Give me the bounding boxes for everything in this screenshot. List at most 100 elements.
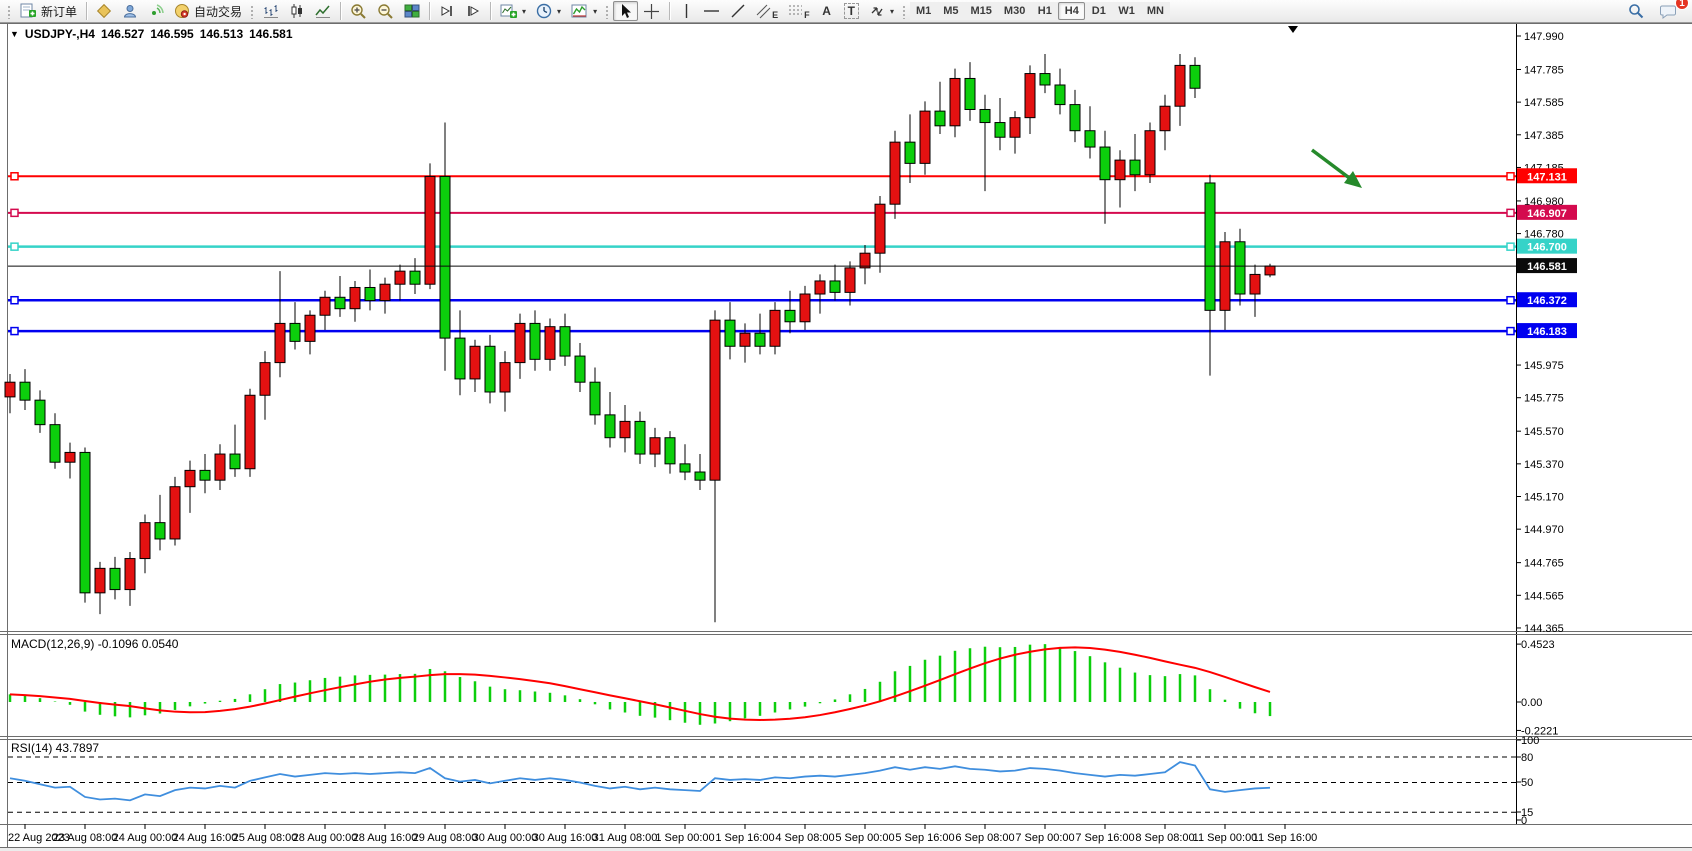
bull-candle <box>305 315 315 341</box>
indicators-icon <box>571 3 588 19</box>
bull-candle <box>1220 242 1230 311</box>
chart-shift-button[interactable] <box>460 1 486 21</box>
bull-candle <box>1175 65 1185 106</box>
bear-candle <box>290 323 300 341</box>
toolbar-grip[interactable] <box>7 4 12 19</box>
fibonacci-icon <box>788 3 804 19</box>
bear-candle <box>1235 242 1245 294</box>
shapes-dropdown[interactable]: ▾ <box>864 1 899 21</box>
timeframe-button-m15[interactable]: M15 <box>965 2 998 20</box>
text-label-tool[interactable]: T <box>839 1 864 21</box>
timeframe-button-mn[interactable]: MN <box>1141 2 1170 20</box>
hline-handle[interactable] <box>11 173 18 180</box>
bull-candle <box>125 559 135 590</box>
hline-handle[interactable] <box>11 297 18 304</box>
hline-handle[interactable] <box>1507 173 1514 180</box>
bear-candle <box>905 142 915 163</box>
bear-candle <box>410 271 420 284</box>
bull-candle <box>350 287 360 308</box>
timeframe-button-w1[interactable]: W1 <box>1112 2 1141 20</box>
svg-text:144.970: 144.970 <box>1524 524 1564 536</box>
hline-handle[interactable] <box>1507 209 1514 216</box>
hline-handle[interactable] <box>11 328 18 335</box>
zoom-out-icon <box>377 3 394 20</box>
tile-windows-button[interactable] <box>399 1 425 21</box>
svg-text:100: 100 <box>1521 735 1539 747</box>
bull-candle <box>875 204 885 253</box>
new-chart-dropdown[interactable]: ▾ <box>495 1 531 21</box>
market-button[interactable] <box>91 1 117 21</box>
trendline-icon <box>730 3 746 19</box>
search-button[interactable] <box>1623 1 1649 21</box>
bull-candle <box>65 452 75 462</box>
svg-text:144.565: 144.565 <box>1524 590 1564 602</box>
scroll-to-end-button[interactable] <box>434 1 460 21</box>
timeframe-button-m1[interactable]: M1 <box>910 2 937 20</box>
svg-text:28 Aug 16:00: 28 Aug 16:00 <box>353 832 418 844</box>
timeframe-button-m5[interactable]: M5 <box>937 2 964 20</box>
toolbar-grip[interactable] <box>902 4 907 19</box>
svg-text:146.700: 146.700 <box>1527 242 1567 254</box>
trendline-tool[interactable] <box>725 1 751 21</box>
new-order-button[interactable]: 新订单 <box>15 1 82 21</box>
chevron-down-icon: ▾ <box>522 7 526 16</box>
crosshair-tool-button[interactable] <box>638 1 665 21</box>
hline-handle[interactable] <box>11 243 18 250</box>
svg-text:144.365: 144.365 <box>1524 623 1564 635</box>
indicators-dropdown[interactable]: ▾ <box>566 1 602 21</box>
timeframe-button-d1[interactable]: D1 <box>1085 2 1112 20</box>
symbol-dropdown-icon[interactable]: ▼ <box>10 29 19 39</box>
vertical-line-tool[interactable] <box>674 1 698 21</box>
signals-button[interactable] <box>143 1 169 21</box>
svg-text:146.581: 146.581 <box>1527 261 1567 273</box>
line-chart-button[interactable] <box>310 1 336 21</box>
line-chart-icon <box>315 3 331 19</box>
fibonacci-tool[interactable]: F <box>783 1 815 21</box>
bull-candle <box>545 327 555 360</box>
crosshair-icon <box>643 3 660 20</box>
toolbar: 新订单 自动交易 <box>0 0 1692 23</box>
period-dropdown[interactable]: ▾ <box>531 1 566 21</box>
candlestick-chart-icon <box>289 3 305 19</box>
signal-icon <box>148 3 164 19</box>
bear-candle <box>155 523 165 539</box>
text-tool[interactable]: A <box>815 1 839 21</box>
bar-chart-button[interactable] <box>258 1 284 21</box>
auto-trading-button[interactable]: 自动交易 <box>169 1 247 21</box>
svg-text:146.183: 146.183 <box>1527 326 1567 338</box>
bull-candle <box>170 487 180 539</box>
toolbar-grip[interactable] <box>250 4 255 19</box>
zoom-in-button[interactable] <box>345 1 372 21</box>
hline-handle[interactable] <box>1507 243 1514 250</box>
hline-handle[interactable] <box>1507 328 1514 335</box>
community-button[interactable] <box>117 1 143 21</box>
bear-candle <box>935 111 945 126</box>
timeframe-button-m30[interactable]: M30 <box>998 2 1031 20</box>
toolbar-grip[interactable] <box>605 4 610 19</box>
zoom-out-button[interactable] <box>372 1 399 21</box>
svg-text:6 Sep 08:00: 6 Sep 08:00 <box>955 832 1014 844</box>
bear-candle <box>1040 74 1050 85</box>
timeframe-button-h4[interactable]: H4 <box>1058 2 1085 20</box>
cursor-tool-button[interactable] <box>613 1 638 21</box>
svg-text:1 Sep 00:00: 1 Sep 00:00 <box>655 832 714 844</box>
candlestick-chart-button[interactable] <box>284 1 310 21</box>
svg-text:147.785: 147.785 <box>1524 64 1564 76</box>
chart-canvas[interactable]: 147.990147.785147.585147.385147.185146.9… <box>0 0 1692 851</box>
svg-text:11 Sep 00:00: 11 Sep 00:00 <box>1193 832 1258 844</box>
timeframe-button-h1[interactable]: H1 <box>1031 2 1058 20</box>
tile-windows-icon <box>404 3 420 19</box>
notification-badge[interactable]: 1 <box>1675 0 1689 10</box>
hline-handle[interactable] <box>1507 297 1514 304</box>
cursor-arrow-icon <box>618 3 633 19</box>
channel-tool[interactable]: E <box>751 1 783 21</box>
bear-candle <box>575 356 585 382</box>
quote-open: 146.527 <box>101 27 144 41</box>
bull-candle <box>260 363 270 396</box>
quote-high: 146.595 <box>150 27 193 41</box>
bear-candle <box>605 415 615 438</box>
channel-icon <box>756 3 772 19</box>
hline-handle[interactable] <box>11 209 18 216</box>
horizontal-line-tool[interactable] <box>698 1 725 21</box>
svg-text:146.372: 146.372 <box>1527 295 1567 307</box>
